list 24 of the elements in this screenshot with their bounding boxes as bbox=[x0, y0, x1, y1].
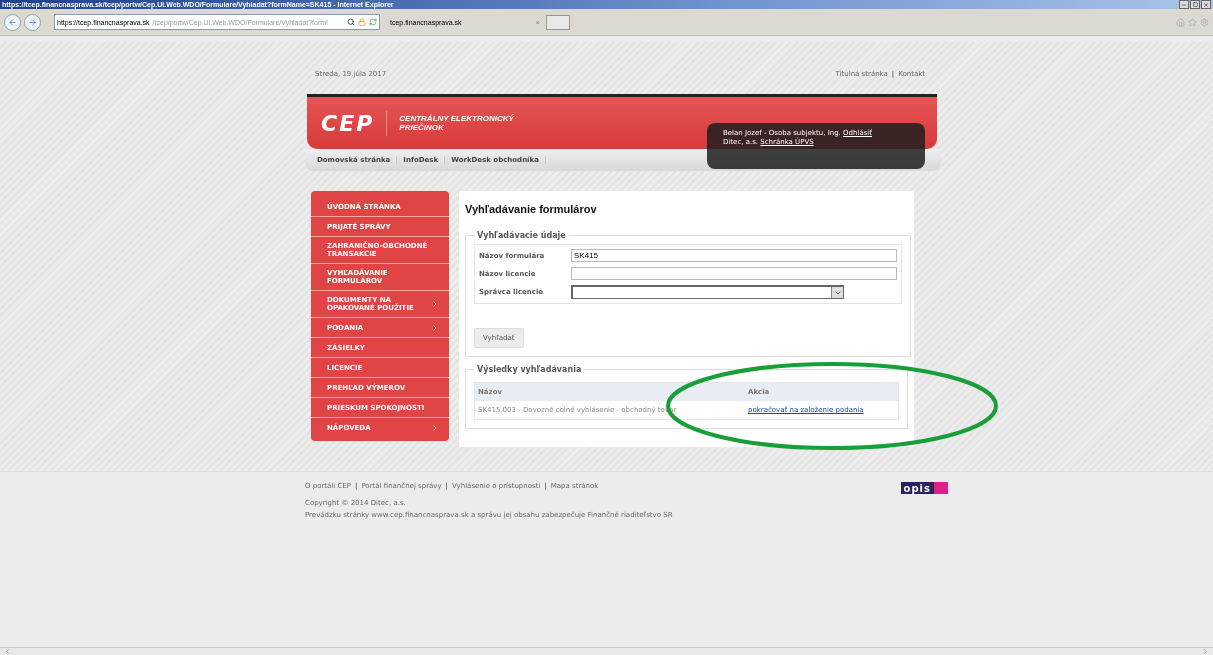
home-icon[interactable] bbox=[1176, 17, 1185, 27]
logo: CEP bbox=[321, 110, 388, 136]
horizontal-scrollbar[interactable] bbox=[0, 647, 1213, 655]
star-icon[interactable] bbox=[1188, 17, 1197, 27]
section-legend: Vyhľadávacie údaje bbox=[474, 231, 569, 240]
search-icon[interactable] bbox=[347, 18, 355, 26]
section-legend: Výsledky vyhľadávania bbox=[474, 365, 585, 374]
back-button[interactable] bbox=[4, 13, 21, 31]
forward-button[interactable] bbox=[24, 13, 41, 31]
scroll-right-icon[interactable] bbox=[1202, 648, 1209, 655]
partner-logo: opis bbox=[900, 482, 948, 494]
refresh-icon[interactable] bbox=[369, 18, 377, 26]
settings-icon[interactable] bbox=[1200, 17, 1209, 27]
page-heading: Vyhľadávanie formulárov bbox=[465, 203, 598, 215]
scroll-left-icon[interactable] bbox=[4, 648, 11, 655]
forward-arrow-icon[interactable] bbox=[28, 17, 37, 27]
select-field[interactable] bbox=[571, 285, 844, 299]
site-title: PRIEČINOK bbox=[399, 123, 445, 132]
back-arrow-icon[interactable] bbox=[8, 17, 17, 27]
lock-icon bbox=[358, 18, 366, 26]
new-tab-button[interactable] bbox=[546, 14, 570, 30]
input-field[interactable]: SK415 bbox=[571, 249, 897, 262]
input-field[interactable] bbox=[571, 267, 897, 280]
site-title: CENTRÁLNY ELEKTRONICKÝ bbox=[399, 114, 514, 123]
